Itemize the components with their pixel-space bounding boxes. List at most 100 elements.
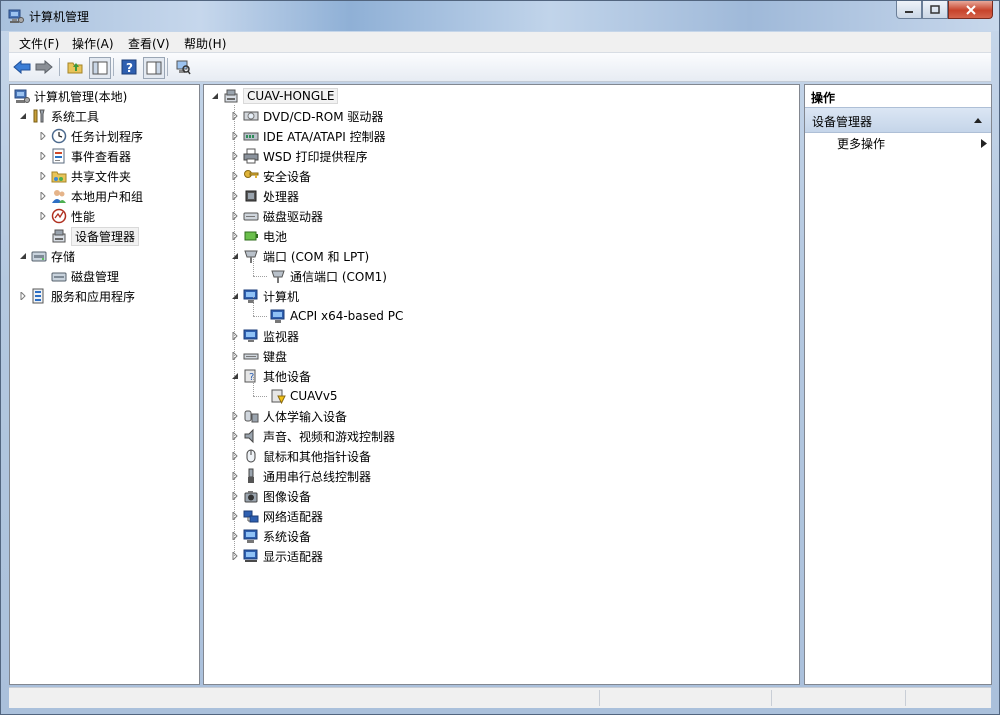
device-label: 键盘	[263, 349, 288, 364]
expand-arrow-icon[interactable]	[230, 231, 240, 241]
device-category-row[interactable]: 鼠标和其他指针设备	[230, 446, 371, 466]
back-button[interactable]	[12, 57, 32, 77]
device-category-row[interactable]: 系统设备	[230, 526, 311, 546]
expand-arrow-icon[interactable]	[230, 211, 240, 221]
expand-arrow-icon[interactable]	[230, 111, 240, 121]
actions-pane: 操作 设备管理器 更多操作	[804, 84, 992, 685]
console-tree: 计算机管理(本地) 系统工具 任务计划程序 事件查看器 共享文件夹 本地用户和组	[9, 84, 200, 685]
tree-item-disk-management[interactable]: 磁盘管理	[51, 266, 119, 286]
expand-arrow-icon[interactable]	[38, 211, 48, 221]
more-actions-item[interactable]: 更多操作	[837, 133, 987, 153]
device-category-row[interactable]: 磁盘驱动器	[230, 206, 323, 226]
expand-arrow-icon[interactable]	[230, 331, 240, 341]
device-tree-root[interactable]: CUAV-HONGLE	[210, 86, 339, 106]
tree-root-computer-management[interactable]: 计算机管理(本地)	[14, 86, 127, 106]
device-category-row[interactable]: 安全设备	[230, 166, 311, 186]
expand-arrow-icon[interactable]	[230, 191, 240, 201]
device-category-row[interactable]: 人体学输入设备	[230, 406, 347, 426]
device-category-row[interactable]: IDE ATA/ATAPI 控制器	[230, 126, 386, 146]
back-arrow-icon	[13, 60, 31, 74]
device-child-row[interactable]: 通信端口 (COM1)	[270, 266, 387, 286]
actions-section-label: 设备管理器	[812, 115, 873, 129]
expand-arrow-icon[interactable]	[230, 151, 240, 161]
up-one-level-button[interactable]	[65, 57, 85, 77]
collapse-arrow-icon[interactable]	[210, 91, 220, 101]
expand-arrow-icon[interactable]	[230, 491, 240, 501]
collapse-arrow-icon[interactable]	[18, 111, 28, 121]
device-category-row[interactable]: 计算机	[230, 286, 299, 306]
expand-arrow-icon[interactable]	[230, 411, 240, 421]
computer-management-window: 计算机管理 文件(F) 操作(A) 查看(V) 帮助(H) ? 计算机管理(本地…	[0, 0, 1000, 715]
device-category-row[interactable]: 键盘	[230, 346, 287, 366]
device-category-row[interactable]: 声音、视频和游戏控制器	[230, 426, 395, 446]
svg-text:?: ?	[126, 61, 133, 75]
tree-item-device-manager[interactable]: 设备管理器	[51, 226, 140, 246]
expand-arrow-icon[interactable]	[230, 511, 240, 521]
tree-item-system-tools[interactable]: 系统工具	[18, 106, 99, 126]
device-category-row[interactable]: 显示适配器	[230, 546, 323, 566]
expand-arrow-icon[interactable]	[230, 431, 240, 441]
menu-action[interactable]: 操作(A)	[72, 35, 114, 52]
device-category-row[interactable]: 通用串行总线控制器	[230, 466, 371, 486]
display-adapter-icon	[243, 548, 259, 564]
device-category-row[interactable]: 电池	[230, 226, 287, 246]
collapse-arrow-icon[interactable]	[230, 251, 240, 261]
scan-hardware-button[interactable]	[173, 57, 193, 77]
close-button[interactable]	[948, 1, 993, 19]
expand-arrow-icon[interactable]	[230, 451, 240, 461]
forward-button[interactable]	[34, 57, 54, 77]
device-category-row[interactable]: 监视器	[230, 326, 299, 346]
unknown-device-icon: ?	[243, 368, 259, 384]
device-category-row[interactable]: DVD/CD-ROM 驱动器	[230, 106, 383, 126]
expand-arrow-icon[interactable]	[38, 191, 48, 201]
users-icon	[51, 188, 67, 204]
actions-section-device-manager[interactable]: 设备管理器	[805, 107, 991, 133]
menu-view[interactable]: 查看(V)	[128, 35, 170, 52]
device-child-row[interactable]: CUAVv5	[270, 386, 338, 406]
device-category-row[interactable]: 图像设备	[230, 486, 311, 506]
collapse-section-icon[interactable]	[973, 116, 983, 124]
tree-item-storage[interactable]: 存储	[18, 246, 75, 266]
collapse-arrow-icon[interactable]	[18, 251, 28, 261]
tree-item-task-scheduler[interactable]: 任务计划程序	[38, 126, 143, 146]
device-category-row[interactable]: 处理器	[230, 186, 299, 206]
tree-connector	[253, 396, 267, 397]
collapse-arrow-icon[interactable]	[230, 291, 240, 301]
port-icon	[270, 268, 286, 284]
expand-arrow-icon[interactable]	[230, 471, 240, 481]
expand-arrow-icon[interactable]	[38, 171, 48, 181]
device-category-row[interactable]: 网络适配器	[230, 506, 323, 526]
expand-arrow-icon[interactable]	[18, 291, 28, 301]
menu-file[interactable]: 文件(F)	[19, 35, 59, 52]
device-child-row[interactable]: ACPI x64-based PC	[270, 306, 403, 326]
expand-arrow-icon[interactable]	[230, 131, 240, 141]
menu-help[interactable]: 帮助(H)	[184, 35, 226, 52]
tree-item-shared-folders[interactable]: 共享文件夹	[38, 166, 131, 186]
expand-arrow-icon[interactable]	[230, 551, 240, 561]
device-tree-pane: CUAV-HONGLE DVD/CD-ROM 驱动器 IDE ATA/ATAPI …	[203, 84, 800, 685]
expand-arrow-icon[interactable]	[230, 531, 240, 541]
collapse-arrow-icon[interactable]	[230, 371, 240, 381]
expand-arrow-icon[interactable]	[230, 351, 240, 361]
system-device-icon	[243, 528, 259, 544]
maximize-button[interactable]	[922, 1, 948, 19]
tree-item-performance[interactable]: 性能	[38, 206, 95, 226]
show-hide-action-pane-button[interactable]	[143, 57, 165, 79]
device-label: 电池	[263, 229, 288, 244]
tree-item-local-users[interactable]: 本地用户和组	[38, 186, 143, 206]
device-category-row[interactable]: ? 其他设备	[230, 366, 311, 386]
title-bar[interactable]: 计算机管理	[1, 1, 999, 31]
show-hide-console-tree-button[interactable]	[89, 57, 111, 79]
device-category-row[interactable]: WSD 打印提供程序	[230, 146, 368, 166]
device-label: 端口 (COM 和 LPT)	[263, 249, 370, 264]
help-button[interactable]: ?	[119, 57, 139, 77]
tree-label: 共享文件夹	[71, 169, 132, 184]
expand-arrow-icon[interactable]	[38, 131, 48, 141]
tree-item-services-apps[interactable]: 服务和应用程序	[18, 286, 135, 306]
expand-arrow-icon[interactable]	[230, 171, 240, 181]
minimize-button[interactable]	[896, 1, 922, 19]
expand-arrow-icon[interactable]	[38, 151, 48, 161]
tree-item-event-viewer[interactable]: 事件查看器	[38, 146, 131, 166]
disk-management-icon	[51, 268, 67, 284]
device-category-row[interactable]: 端口 (COM 和 LPT)	[230, 246, 369, 266]
